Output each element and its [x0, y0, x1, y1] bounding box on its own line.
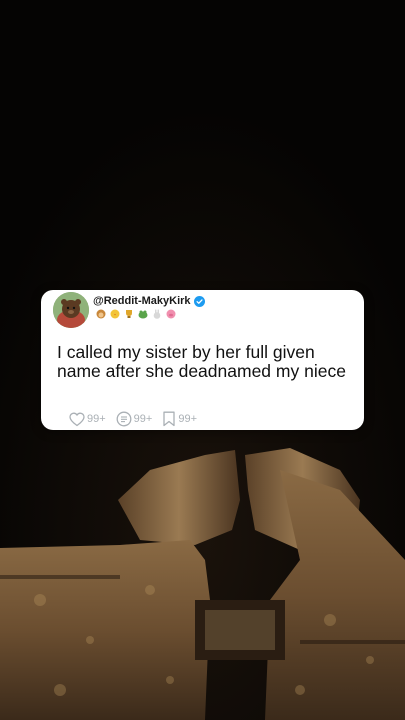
comment-icon [116, 411, 132, 427]
handle-text[interactable]: @Reddit-MakyKirk [93, 295, 191, 307]
like-count: 99+ [87, 413, 106, 425]
save-count: 99+ [178, 413, 198, 425]
like-button[interactable]: 99+ [69, 412, 106, 427]
pig-emoji-icon [166, 309, 176, 319]
trophy-emoji-icon [126, 310, 132, 318]
post-author[interactable]: @Reddit-MakyKirk [93, 295, 205, 307]
chick-emoji-icon [110, 309, 120, 319]
frog-emoji-icon [138, 310, 148, 319]
monkey-emoji-icon [96, 309, 106, 319]
avatar[interactable] [53, 292, 89, 328]
verified-badge-icon [193, 295, 205, 307]
bear-avatar-icon [53, 292, 89, 328]
comment-count: 99+ [133, 413, 153, 425]
save-button[interactable]: 99+ [162, 411, 197, 427]
badge-row [96, 309, 176, 319]
action-bar: 99+ 99+ 99+ [69, 411, 197, 427]
rabbit-emoji-icon [153, 309, 161, 319]
heart-icon [69, 412, 85, 426]
comment-button[interactable]: 99+ [116, 411, 153, 427]
post-text: I called my sister by her full given nam… [57, 342, 346, 381]
bookmark-icon [163, 411, 175, 427]
tweet-card[interactable]: @Reddit-MakyKirk I called my sister by h… [41, 290, 364, 430]
